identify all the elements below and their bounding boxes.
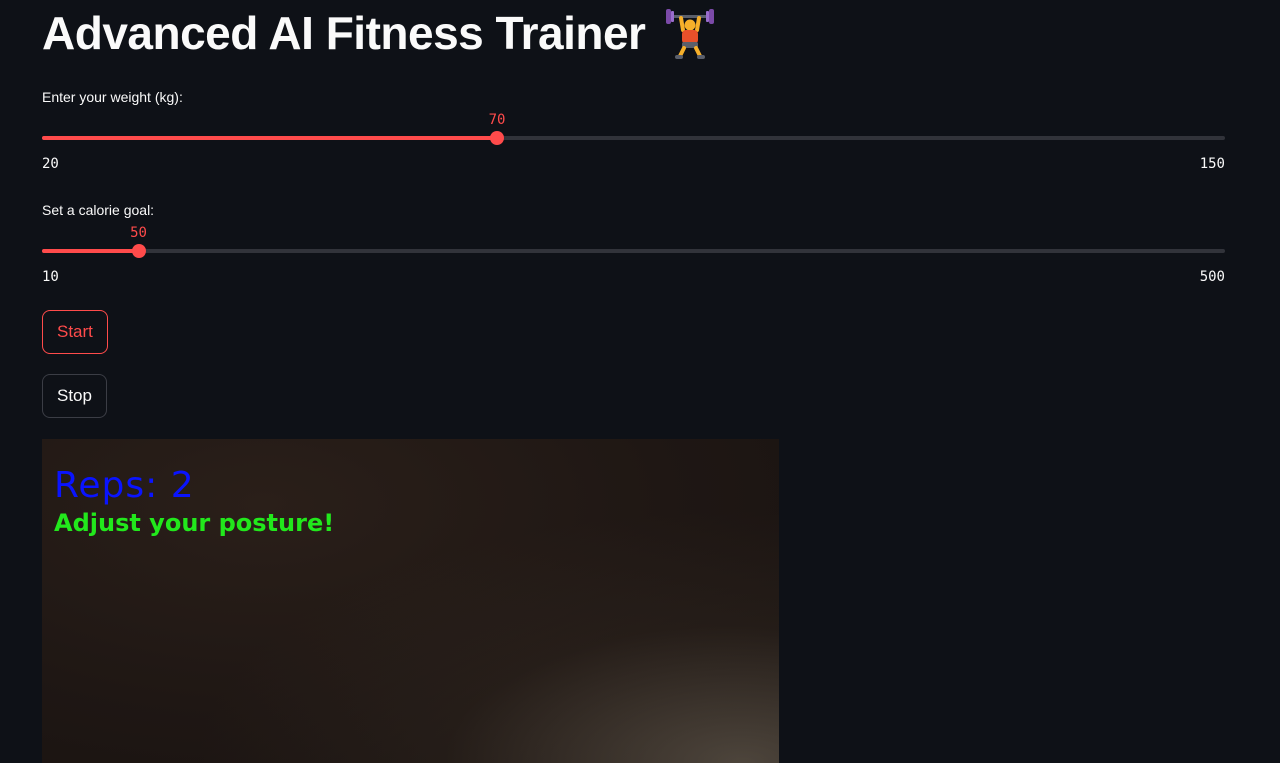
calorie-slider-thumb[interactable] xyxy=(131,244,146,258)
posture-feedback: Adjust your posture! xyxy=(54,509,335,537)
calorie-slider-track[interactable] xyxy=(42,244,1225,258)
start-button[interactable]: Start xyxy=(42,310,108,354)
weight-slider-label: Enter your weight (kg): xyxy=(42,89,183,105)
calorie-slider-min: 10 xyxy=(42,269,59,285)
calorie-slider: Set a calorie goal: 50 10 500 xyxy=(42,202,1225,292)
calorie-slider-max: 500 xyxy=(1199,269,1225,285)
calorie-slider-value: 50 xyxy=(130,225,147,241)
weight-slider-thumb[interactable] xyxy=(490,131,504,145)
calorie-slider-fill xyxy=(42,249,139,253)
weight-slider-min: 20 xyxy=(42,156,59,172)
reps-counter: Reps: 2 xyxy=(54,465,195,506)
weight-slider-value: 70 xyxy=(488,112,506,128)
calorie-slider-label: Set a calorie goal: xyxy=(42,202,155,218)
weight-slider-fill xyxy=(42,136,497,140)
weight-slider: Enter your weight (kg): 70 20 150 xyxy=(42,89,1225,179)
stop-button[interactable]: Stop xyxy=(42,374,107,418)
weight-slider-max: 150 xyxy=(1199,156,1225,172)
page-title: Advanced AI Fitness Trainer xyxy=(42,6,717,60)
weight-slider-track[interactable] xyxy=(42,131,1225,145)
camera-feed: Reps: 2 Adjust your posture! xyxy=(42,439,779,763)
weightlifter-icon xyxy=(663,6,717,60)
page-title-text: Advanced AI Fitness Trainer xyxy=(42,7,646,59)
